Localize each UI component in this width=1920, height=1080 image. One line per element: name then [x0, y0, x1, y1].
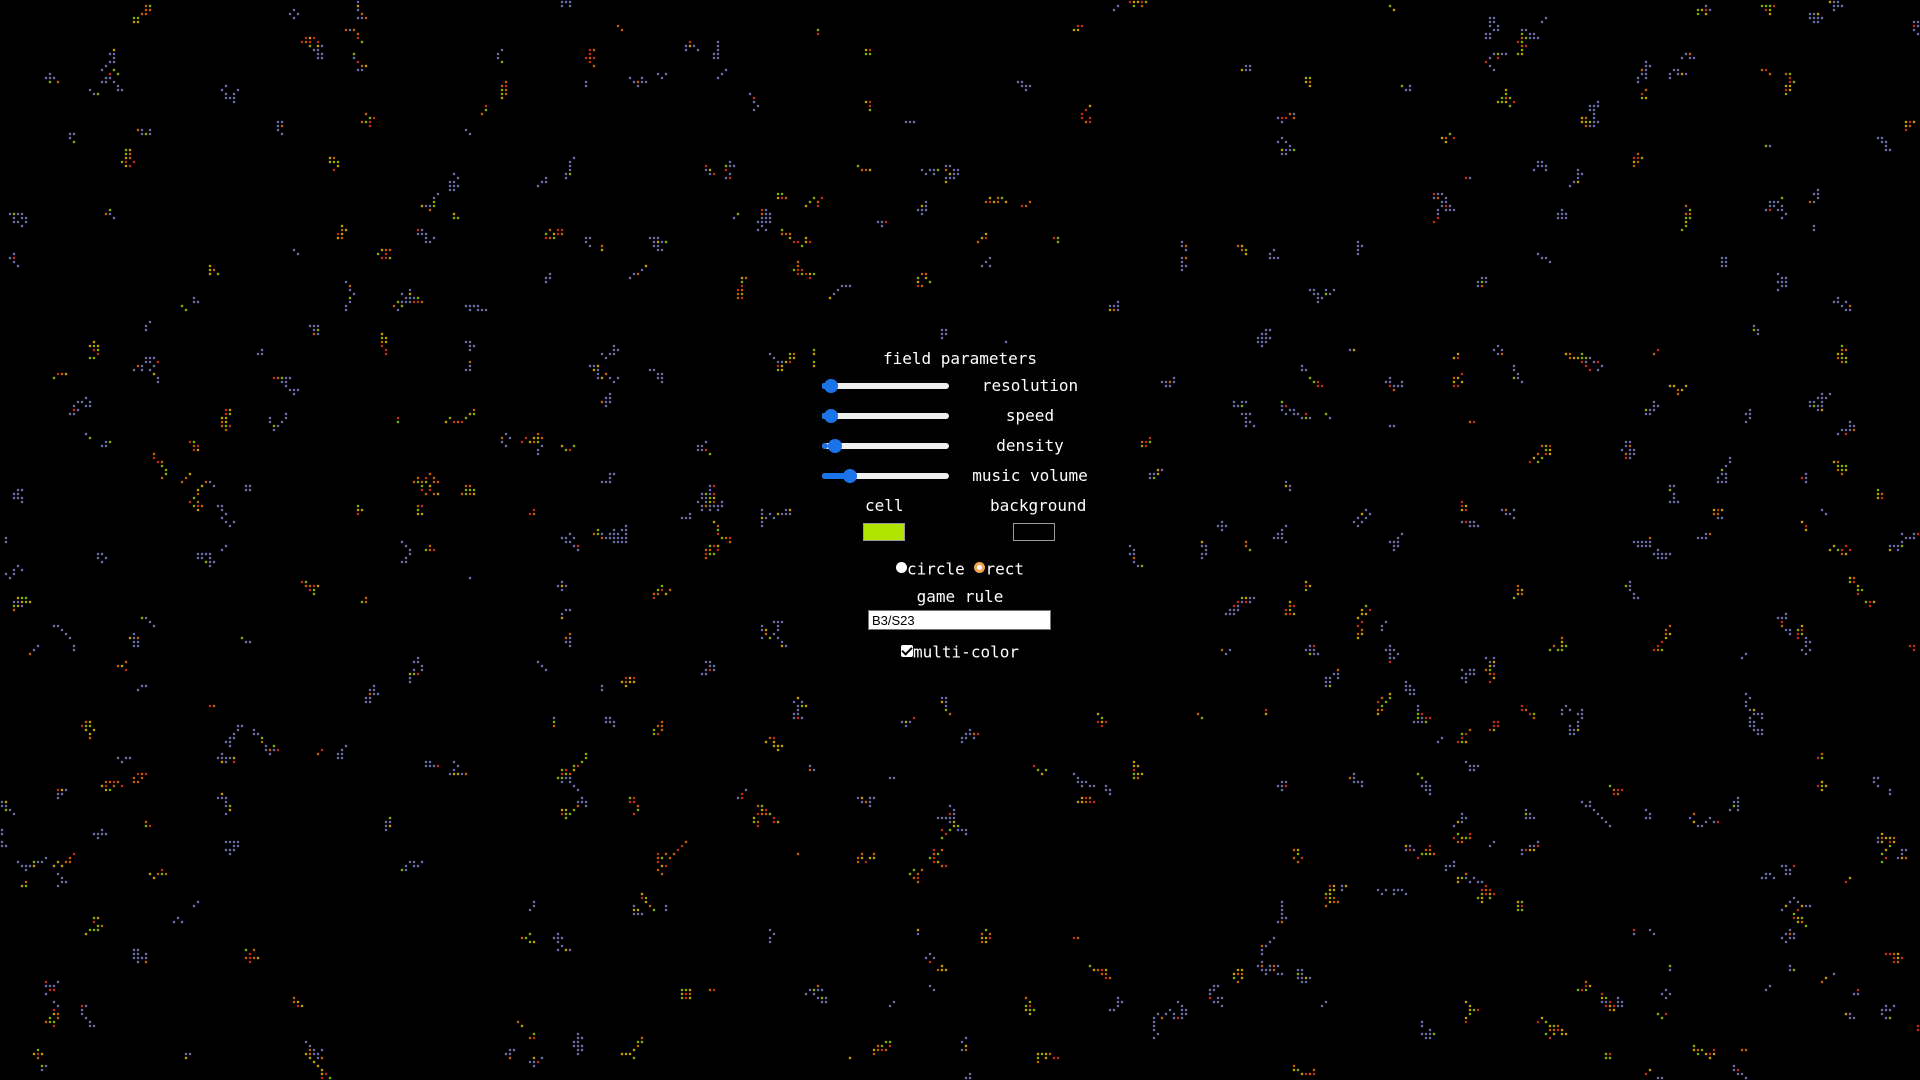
resolution-slider[interactable]	[822, 379, 949, 393]
speed-row: speed	[820, 404, 1100, 434]
cell-shape-options: circle rect	[820, 554, 1100, 584]
density-row: density	[820, 434, 1100, 464]
cell-color-picker[interactable]	[863, 523, 905, 541]
game-rule-label: game rule	[916, 587, 1004, 606]
resolution-label: resolution	[981, 376, 1079, 395]
slider-thumb[interactable]	[827, 439, 842, 453]
music-volume-row: music volume	[820, 464, 1100, 494]
music-volume-label: music volume	[972, 466, 1088, 485]
rect-radio[interactable]	[974, 562, 986, 573]
multi-color-option: multi-color	[820, 640, 1100, 664]
speed-label: speed	[1005, 406, 1055, 425]
game-rule-input[interactable]	[868, 610, 1051, 630]
speed-slider[interactable]	[822, 409, 949, 423]
slider-thumb[interactable]	[843, 469, 858, 483]
background-color-picker[interactable]	[1013, 523, 1055, 541]
multi-color-checkbox[interactable]	[901, 644, 914, 657]
color-labels: cell background	[820, 494, 1100, 520]
resolution-row: resolution	[820, 374, 1100, 404]
circle-radio-label[interactable]: circle	[907, 560, 965, 579]
density-label: density	[996, 436, 1064, 455]
panel-title: field parameters	[882, 349, 1038, 368]
field-parameters-panel: field parameters resolution speed densit…	[820, 344, 1100, 664]
rect-radio-label[interactable]: rect	[985, 560, 1024, 579]
multi-color-label[interactable]: multi-color	[913, 643, 1019, 662]
color-pickers	[820, 520, 1100, 554]
cell-color-label: cell	[865, 496, 904, 515]
music-volume-slider[interactable]	[822, 469, 949, 483]
circle-radio[interactable]	[896, 562, 908, 573]
background-color-label: background	[990, 496, 1087, 515]
density-slider[interactable]	[822, 439, 949, 453]
slider-thumb[interactable]	[824, 379, 839, 393]
slider-thumb[interactable]	[824, 409, 839, 423]
